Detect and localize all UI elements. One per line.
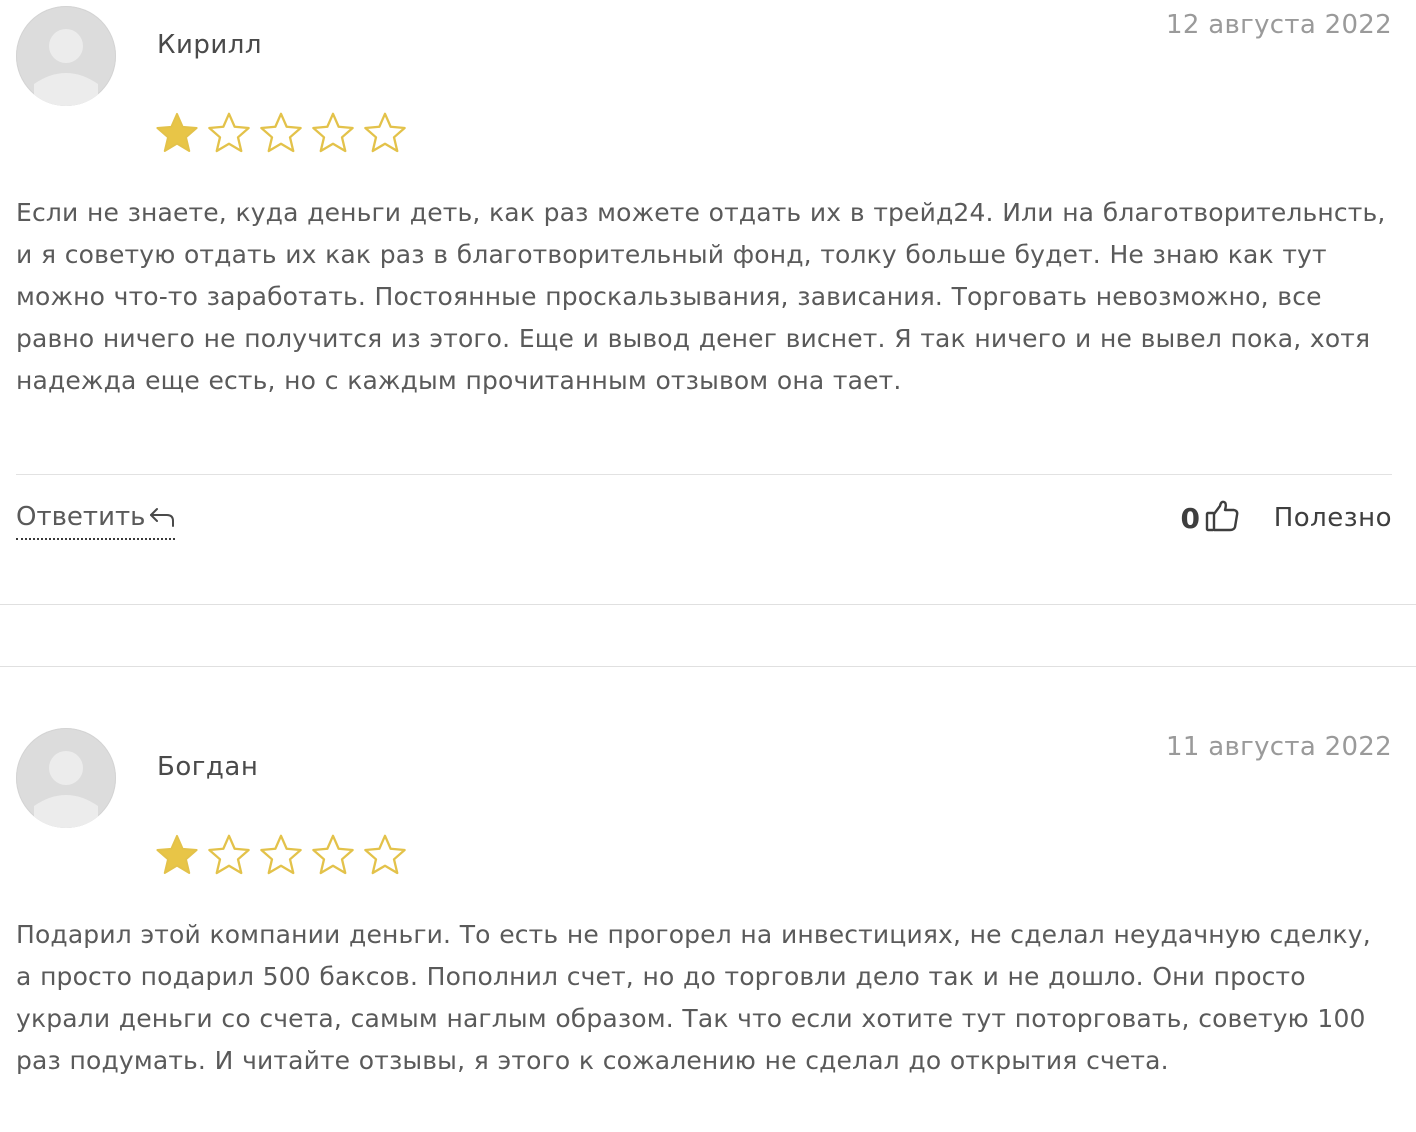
reply-arrow-icon bbox=[150, 508, 175, 527]
star-empty-icon bbox=[364, 834, 406, 875]
vote-count: 0 bbox=[1180, 502, 1200, 535]
reply-label: Ответить bbox=[16, 502, 146, 532]
star-filled-icon bbox=[156, 834, 198, 874]
review-text: Если не знаете, куда деньги деть, как ра… bbox=[16, 198, 1386, 395]
star-empty-icon bbox=[208, 834, 250, 875]
user-avatar-icon bbox=[16, 6, 116, 106]
review-text: Подарил этой компании деньги. То есть не… bbox=[16, 920, 1371, 1075]
useful-label[interactable]: Полезно bbox=[1274, 503, 1392, 533]
user-avatar-icon bbox=[16, 728, 116, 828]
star-empty-icon bbox=[312, 834, 354, 875]
thumbs-up-icon[interactable] bbox=[1204, 498, 1240, 534]
star-empty-icon bbox=[364, 112, 406, 153]
review-date: 12 августа 2022 bbox=[1166, 10, 1392, 40]
section-divider bbox=[0, 666, 1416, 667]
star-filled-icon bbox=[156, 112, 198, 152]
star-empty-icon bbox=[260, 834, 302, 875]
star-empty-icon bbox=[260, 112, 302, 153]
star-empty-icon bbox=[312, 112, 354, 153]
star-rating bbox=[154, 110, 408, 156]
review-date: 11 августа 2022 bbox=[1166, 732, 1392, 762]
review-author: Кирилл bbox=[157, 30, 262, 60]
star-rating bbox=[154, 832, 408, 878]
star-empty-icon bbox=[208, 112, 250, 153]
divider bbox=[16, 474, 1392, 475]
section-divider bbox=[0, 604, 1416, 605]
reply-button[interactable]: Ответить bbox=[16, 502, 176, 540]
review-author: Богдан bbox=[157, 752, 259, 782]
